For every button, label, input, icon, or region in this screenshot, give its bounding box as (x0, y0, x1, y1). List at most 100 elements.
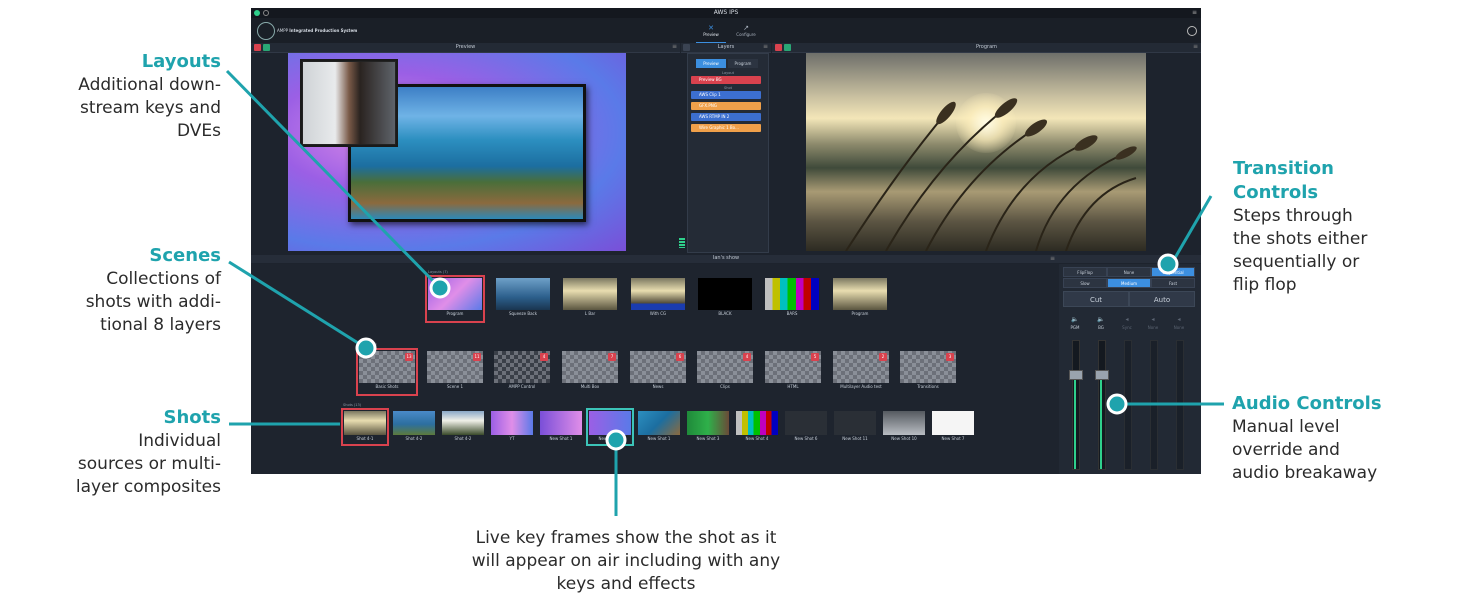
layers-panel: Preview Program Layout Preview BG Shot A… (687, 53, 769, 253)
brand-logo-icon (257, 22, 275, 40)
layer-row[interactable]: Wire Graphic 1 Bo... (691, 124, 761, 132)
layer-row[interactable]: Preview BG (691, 76, 761, 84)
callout-scenes: Scenes Collections of shots with addi- t… (0, 244, 221, 337)
preview-panel-title: Preview (455, 44, 476, 50)
layouts-section-label: Layouts (7) (428, 270, 448, 274)
shot-thumb[interactable]: Shot 4-2 (442, 411, 484, 443)
shot-thumb[interactable]: New Shot 11 (834, 411, 876, 443)
layer-row[interactable]: GFX.PNG (691, 102, 761, 110)
speaker-icon: ◂ (1177, 316, 1181, 323)
scene-thumb[interactable]: 3 Transitions (900, 351, 956, 393)
preview-pip-box (300, 59, 398, 147)
scene-thumb[interactable]: 11 Scene 1 (427, 351, 483, 393)
shot-thumb[interactable]: New Shot 1 (638, 411, 680, 443)
scene-thumb[interactable]: 6 News (630, 351, 686, 393)
speaker-icon: ◂ (1151, 316, 1155, 323)
auto-button[interactable]: Auto (1129, 291, 1195, 307)
grass-image (845, 98, 1137, 251)
audio-channel-label: None (1147, 325, 1159, 330)
layout-thumb[interactable]: Program (833, 278, 887, 320)
layout-thumb[interactable]: BARS (765, 278, 819, 320)
scene-thumb[interactable]: 13 Basic Shots (356, 348, 418, 396)
callout-transition-title: Transition (1233, 158, 1334, 179)
wrench-icon: ↗ (743, 24, 749, 32)
medium-button[interactable]: Medium (1107, 278, 1151, 288)
slow-button[interactable]: Slow (1063, 278, 1107, 288)
shot-thumb-live[interactable]: New Shot 1 (586, 408, 634, 446)
bg-fader[interactable] (1098, 340, 1106, 470)
speaker-icon[interactable]: 🔈 (1065, 316, 1085, 323)
scene-thumb[interactable]: 4 AMPP Control (494, 351, 550, 393)
shot-thumb[interactable]: Shot 4-1 (341, 408, 389, 446)
menu-icon[interactable]: ≡ (1192, 9, 1197, 16)
program-menu-icon[interactable]: ≡ (1193, 43, 1198, 50)
scene-thumb[interactable]: 4 Clips (697, 351, 753, 393)
shot-thumb[interactable]: New Shot 3 (687, 411, 729, 443)
audio-channel-label: None (1173, 325, 1185, 330)
presenter-image (303, 62, 395, 144)
layers-section-shot: Shot (724, 86, 732, 90)
callout-shots-title: Shots (163, 407, 221, 428)
user-icon[interactable] (1187, 26, 1197, 36)
scene-thumb[interactable]: 2 Multilayer Audio test (833, 351, 889, 393)
speaker-icon[interactable]: 🔈 (1091, 316, 1111, 323)
callout-audio-title: Audio Controls (1232, 393, 1382, 414)
cut-button[interactable]: Cut (1063, 291, 1129, 307)
pgm-fader[interactable] (1072, 340, 1080, 470)
callout-scenes-title: Scenes (149, 245, 221, 266)
layers-section-layout: Layout (722, 71, 734, 75)
sequential-button[interactable]: Sequential (1151, 267, 1195, 277)
pgm-fader-knob[interactable] (1069, 370, 1083, 380)
app-window: AWS IPS ≡ AMPP Integrated Production Sys… (251, 8, 1201, 474)
shot-thumb[interactable]: New Shot 10 (883, 411, 925, 443)
disabled-fader (1150, 340, 1158, 470)
preview-monitor[interactable] (288, 53, 626, 251)
program-panel-title: Program (975, 44, 998, 50)
disabled-fader (1176, 340, 1184, 470)
program-monitor[interactable] (806, 53, 1146, 251)
layers-program-toggle[interactable]: Program (728, 59, 758, 68)
title-bar: AWS IPS ≡ (251, 8, 1201, 18)
scene-thumb[interactable]: 5 HTML (765, 351, 821, 393)
audio-channel-label: PGM (1070, 325, 1080, 330)
layers-preview-toggle[interactable]: Preview (696, 59, 726, 68)
none-button[interactable]: None (1107, 267, 1151, 277)
shot-thumb[interactable]: New Shot 7 (932, 411, 974, 443)
app-header: AMPP Integrated Production System ✕ Prev… (251, 18, 1201, 44)
preview-audio-meter (679, 238, 685, 248)
flipflop-button[interactable]: FlipFlop (1063, 267, 1107, 277)
layer-row[interactable]: AWS RTMP IN 2 (691, 113, 761, 121)
callout-audio: Audio Controls Manual level override and… (1232, 392, 1456, 485)
audio-channel-label: Sync (1122, 325, 1132, 330)
layout-thumb[interactable]: BLACK (698, 278, 752, 320)
layers-panel-title[interactable]: Layers (681, 44, 771, 50)
shot-thumb[interactable]: New Shot 4 (736, 411, 778, 443)
control-panel: FlipFlop None Sequential Slow Medium Fas… (1059, 264, 1201, 474)
layout-thumb[interactable]: L Bar (563, 278, 617, 320)
shot-thumb[interactable]: YT (491, 411, 533, 443)
preview-tab-icon: ✕ (708, 24, 714, 32)
shot-thumb[interactable]: Shot 4-2 (393, 411, 435, 443)
shots-section-label: Shots (13) (343, 403, 362, 407)
callout-transition: Transition Controls Steps through the sh… (1233, 157, 1453, 297)
speaker-icon: ◂ (1125, 316, 1129, 323)
layers-menu-icon[interactable]: ≡ (763, 43, 768, 50)
show-menu-icon[interactable]: ≡ (1050, 255, 1055, 262)
bg-fader-knob[interactable] (1095, 370, 1109, 380)
tab-configure[interactable]: ↗ Configure (731, 24, 761, 42)
callout-layouts-title: Layouts (141, 51, 221, 72)
audio-channel-label: BG (1098, 325, 1104, 330)
shot-thumb[interactable]: New Shot 1 (540, 411, 582, 443)
scene-thumb[interactable]: 7 Multi Box (562, 351, 618, 393)
layout-thumb[interactable]: Program (425, 275, 485, 323)
fast-button[interactable]: Fast (1151, 278, 1195, 288)
layout-thumb[interactable]: With CG (631, 278, 685, 320)
tab-preview[interactable]: ✕ Preview (696, 24, 726, 44)
preview-menu-icon[interactable]: ≡ (672, 43, 677, 50)
brand-subtitle: Integrated Production System (289, 28, 358, 33)
shot-thumb[interactable]: New Shot 6 (785, 411, 827, 443)
preview-panel-header: Preview ≡ (251, 43, 680, 53)
disabled-fader (1124, 340, 1132, 470)
layout-thumb[interactable]: Squeeze Back (496, 278, 550, 320)
layer-row[interactable]: AWS Clip 1 (691, 91, 761, 99)
